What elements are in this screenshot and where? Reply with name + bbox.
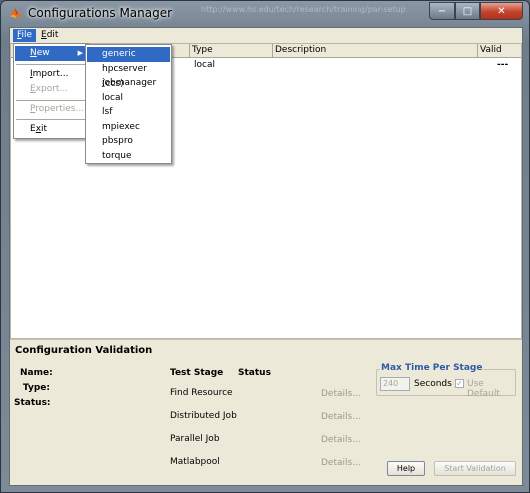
- file-menu-properties: Properties...: [30, 104, 85, 114]
- menu-edit[interactable]: Edit: [37, 29, 62, 42]
- test-stage-header: Test Stage: [170, 368, 224, 378]
- window-title: Configurations Manager: [28, 6, 173, 20]
- stage-find-resource: Find Resource: [170, 388, 233, 398]
- menu-separator: [16, 64, 86, 65]
- new-submenu-item-hpcserver[interactable]: hpcserver (ccs): [87, 62, 170, 89]
- stage-matlabpool: Matlabpool: [170, 457, 220, 467]
- file-menu-new[interactable]: New ▶: [15, 46, 87, 61]
- menu-separator: [16, 119, 86, 120]
- max-time-input: 240: [380, 377, 410, 391]
- menu-file[interactable]: File: [13, 29, 37, 42]
- details-link-parallel-job: Details...: [321, 435, 361, 445]
- file-menu-import[interactable]: Import...: [15, 67, 87, 82]
- details-link-find-resource: Details...: [321, 389, 361, 399]
- validation-title: Configuration Validation: [15, 345, 153, 356]
- details-link-matlabpool: Details...: [321, 458, 361, 468]
- start-validation-button: Start Validation: [434, 461, 516, 476]
- column-header-type[interactable]: Type: [189, 44, 271, 58]
- new-submenu-item-generic[interactable]: generic: [87, 47, 170, 62]
- use-default-checkbox: ✓: [455, 379, 464, 388]
- stage-parallel-job: Parallel Job: [170, 434, 220, 444]
- close-button[interactable]: ✕: [480, 2, 523, 20]
- status-header: Status: [238, 368, 271, 378]
- validation-panel: Configuration Validation Name: Type: Sta…: [10, 339, 522, 485]
- new-submenu-item-local[interactable]: local: [87, 91, 170, 106]
- menu-separator: [16, 100, 86, 101]
- table-row-type[interactable]: local: [194, 59, 215, 71]
- background-window-text: http://www.hs.edu/tech/research/training…: [201, 5, 406, 14]
- new-submenu-item-torque[interactable]: torque: [87, 149, 170, 164]
- client-area: File Edit Type Description Valid local -…: [9, 27, 523, 486]
- maximize-button[interactable]: □: [455, 2, 480, 20]
- new-submenu: generic hpcserver (ccs) jobmanager local…: [85, 44, 172, 164]
- stage-distributed-job: Distributed Job: [170, 411, 237, 421]
- minimize-button[interactable]: −: [429, 2, 455, 20]
- seconds-label: Seconds: [414, 379, 452, 389]
- column-header-valid[interactable]: Valid: [477, 44, 522, 58]
- submenu-arrow-icon: ▶: [77, 49, 83, 57]
- type-label: Type:: [22, 383, 50, 393]
- title-bar[interactable]: Configurations Manager http://www.hs.edu…: [1, 1, 529, 27]
- name-label: Name:: [20, 368, 53, 378]
- matlab-logo-icon: [10, 8, 22, 18]
- file-menu-export: Export...: [30, 84, 69, 94]
- new-submenu-item-pbspro[interactable]: pbspro: [87, 134, 170, 149]
- file-menu: New ▶ Import... Export... Properties... E…: [13, 43, 89, 139]
- menu-bar: File Edit: [10, 28, 522, 43]
- max-time-title: Max Time Per Stage: [380, 363, 484, 373]
- use-default-label: Use Default: [467, 379, 500, 399]
- column-header-description[interactable]: Description: [272, 44, 476, 58]
- table-row-valid[interactable]: ---: [497, 59, 508, 71]
- help-button[interactable]: Help: [387, 461, 425, 476]
- app-window: Configurations Manager http://www.hs.edu…: [0, 0, 530, 493]
- new-submenu-item-jobmanager[interactable]: jobmanager: [87, 76, 170, 91]
- status-label: Status:: [14, 398, 51, 408]
- new-submenu-item-mpiexec[interactable]: mpiexec: [87, 120, 170, 135]
- new-submenu-item-lsf[interactable]: lsf: [87, 105, 170, 120]
- max-time-group: Max Time Per Stage 240 Seconds ✓ Use Def…: [376, 363, 516, 399]
- details-link-distributed-job: Details...: [321, 412, 361, 422]
- file-menu-exit[interactable]: Exit: [15, 122, 87, 137]
